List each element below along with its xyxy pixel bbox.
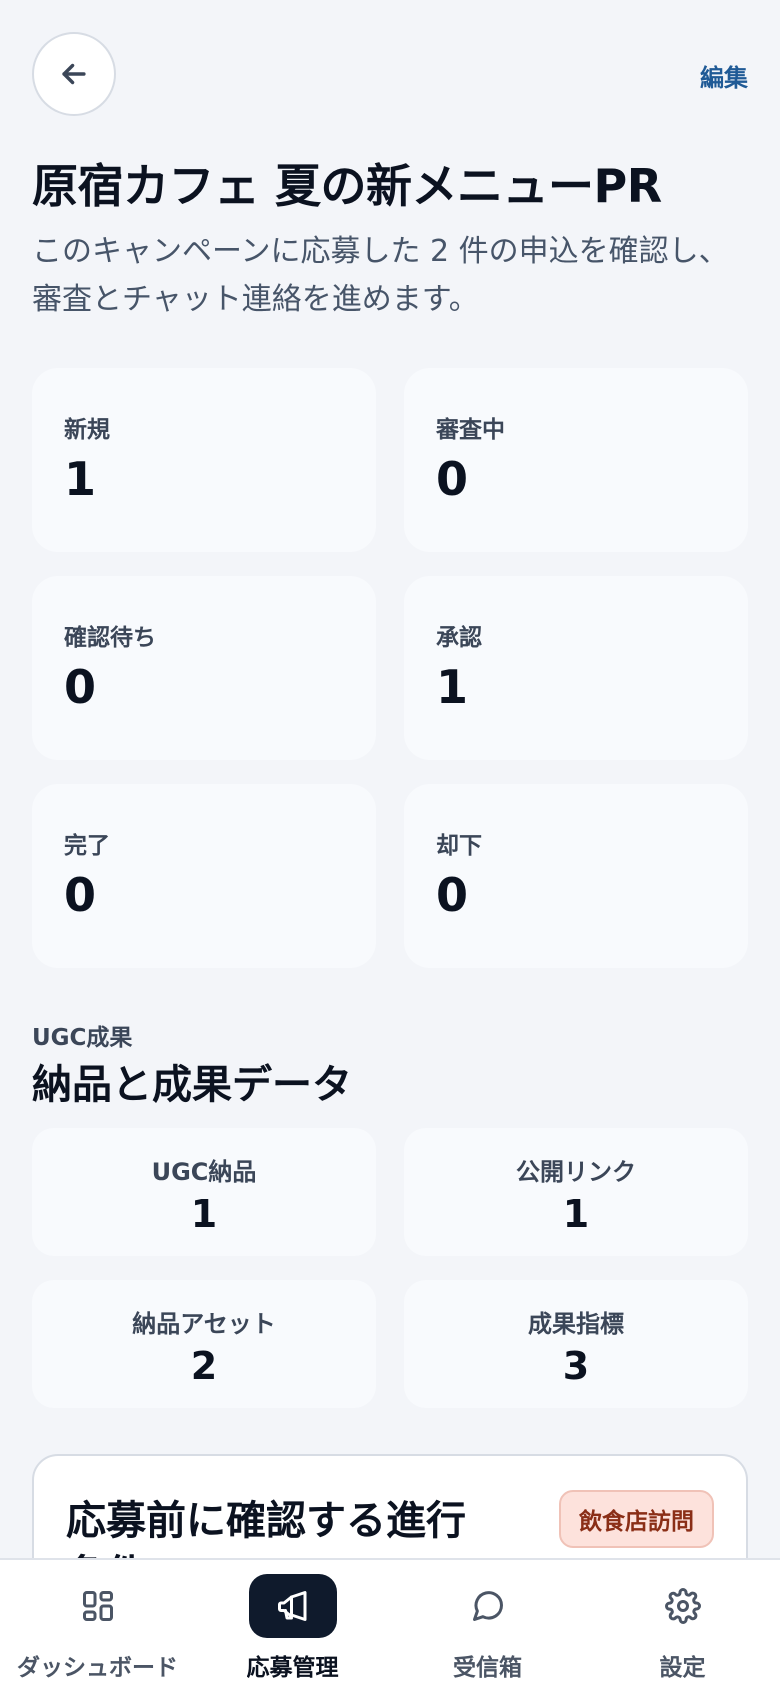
nav-item-inbox[interactable]: 受信箱	[390, 1560, 585, 1688]
status-count: 0	[64, 868, 97, 922]
status-label: 確認待ち	[64, 625, 156, 651]
edit-link[interactable]: 編集	[700, 58, 748, 93]
status-count: 1	[436, 660, 469, 714]
section-title: 納品と成果データ	[32, 1062, 352, 1108]
metric-card-delivered-assets: 納品アセット 2	[32, 1280, 376, 1408]
metric-card-public-links: 公開リンク 1	[404, 1128, 748, 1256]
nav-item-dashboard[interactable]: ダッシュボード	[0, 1560, 195, 1688]
status-card-completed[interactable]: 完了 0	[32, 784, 376, 968]
metric-value: 1	[562, 1192, 590, 1236]
megaphone-icon	[277, 1591, 306, 1621]
category-badge: 飲食店訪問	[559, 1490, 714, 1548]
status-label: 承認	[436, 625, 482, 651]
status-card-reviewing[interactable]: 審査中 0	[404, 368, 748, 552]
nav-label: 受信箱	[453, 1655, 522, 1681]
metric-label: 公開リンク	[516, 1158, 636, 1186]
nav-label: ダッシュボード	[17, 1655, 178, 1681]
nav-item-settings[interactable]: 設定	[585, 1560, 780, 1688]
bottom-nav: ダッシュボード 応募管理 受信箱 設定	[0, 1558, 780, 1688]
page-description: このキャンペーンに応募した 2 件の申込を確認し、審査とチャット連絡を進めます。	[32, 234, 729, 317]
page-title: 原宿カフェ 夏の新メニューPR	[32, 159, 662, 213]
metric-card-ugc-deliveries: UGC納品 1	[32, 1128, 376, 1256]
metric-label: UGC納品	[151, 1158, 257, 1186]
status-label: 完了	[64, 833, 110, 859]
grid-icon	[82, 1591, 113, 1621]
metric-value: 3	[562, 1344, 590, 1388]
status-count: 0	[436, 452, 469, 506]
status-card-new[interactable]: 新規 1	[32, 368, 376, 552]
nav-item-applications[interactable]: 応募管理	[195, 1560, 390, 1688]
section-eyebrow: UGC成果	[32, 1025, 133, 1051]
arrow-left-icon	[62, 63, 86, 85]
status-count: 1	[64, 452, 97, 506]
gear-icon	[664, 1588, 701, 1624]
nav-label: 設定	[659, 1655, 706, 1681]
metric-value: 2	[190, 1344, 218, 1388]
status-label: 却下	[436, 833, 482, 859]
status-card-rejected[interactable]: 却下 0	[404, 784, 748, 968]
status-card-awaiting-confirmation[interactable]: 確認待ち 0	[32, 576, 376, 760]
metric-value: 1	[190, 1192, 218, 1236]
status-label: 審査中	[436, 417, 505, 443]
status-count: 0	[64, 660, 97, 714]
nav-label: 応募管理	[246, 1655, 339, 1681]
metric-label: 納品アセット	[132, 1310, 276, 1338]
status-label: 新規	[64, 417, 110, 443]
status-count: 0	[436, 868, 469, 922]
metric-card-performance-metrics: 成果指標 3	[404, 1280, 748, 1408]
back-button[interactable]	[32, 32, 116, 116]
status-card-approved[interactable]: 承認 1	[404, 576, 748, 760]
chat-bubble-icon	[472, 1591, 503, 1621]
campaign-applications-screen: 編集 原宿カフェ 夏の新メニューPR このキャンペーンに応募した 2 件の申込を…	[0, 0, 780, 1688]
metric-label: 成果指標	[528, 1310, 624, 1338]
